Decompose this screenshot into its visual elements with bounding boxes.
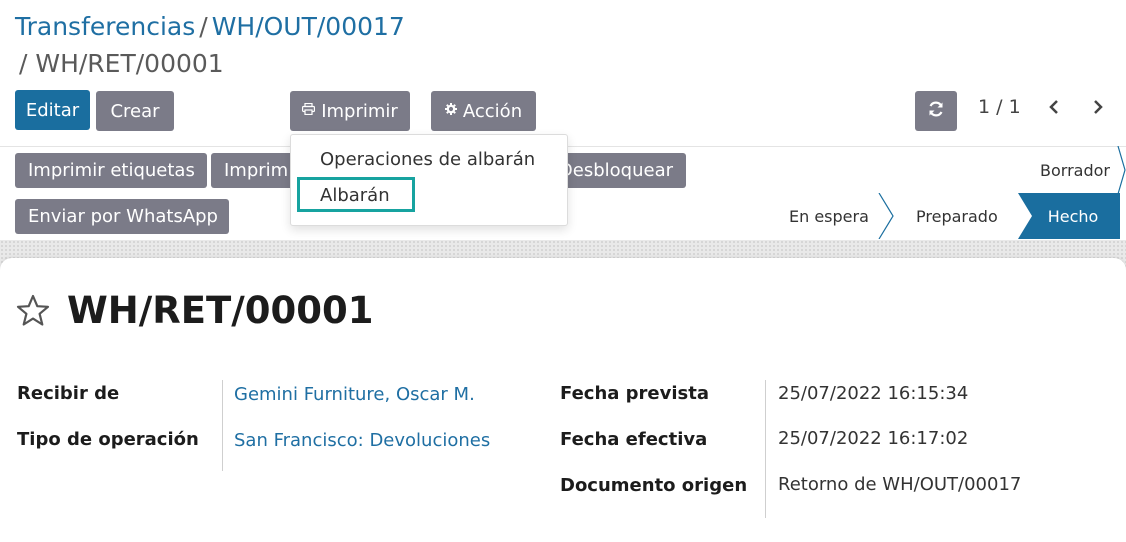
edit-button[interactable]: Editar: [15, 90, 90, 130]
refresh-icon: [927, 100, 945, 123]
field-label-scheduled-date: Fecha prevista: [560, 383, 710, 404]
breadcrumb-separator: /: [199, 12, 208, 41]
stage-separator-2: [878, 193, 894, 239]
print-button[interactable]: Imprimir: [290, 91, 410, 131]
send-whatsapp-label: Enviar por WhatsApp: [28, 206, 218, 227]
field-label-partner: Recibir de: [17, 383, 120, 404]
stage-separator-1: [1117, 146, 1126, 194]
print-button-label: Imprimir: [321, 100, 398, 122]
edit-button-label: Editar: [25, 99, 80, 121]
chevron-right-icon: [1092, 99, 1104, 119]
send-whatsapp-button[interactable]: Enviar por WhatsApp: [15, 199, 229, 234]
stage-waiting-label: En espera: [789, 206, 869, 226]
star-icon[interactable]: [16, 294, 50, 328]
stage-draft-label: Borrador: [1040, 160, 1110, 180]
field-value-scheduled-date: 25/07/2022 16:15:34: [778, 383, 969, 404]
action-button[interactable]: Acción: [431, 91, 536, 131]
left-group-divider: [222, 380, 223, 471]
create-button[interactable]: Crear: [96, 91, 174, 131]
print-labels-button[interactable]: Imprimir etiquetas: [15, 153, 207, 188]
record-title: WH/RET/00001: [67, 289, 374, 332]
stage-done-label: Hecho: [1047, 206, 1099, 226]
print-labels-label: Imprimir etiquetas: [28, 160, 195, 181]
unlock-button[interactable]: Desbloquear: [548, 153, 686, 188]
pager-previous-button[interactable]: [1039, 92, 1069, 126]
field-value-operation-type[interactable]: San Francisco: Devoluciones: [234, 430, 490, 451]
dropdown-item-delivery-slip[interactable]: Albarán: [320, 185, 390, 206]
create-button-label: Crear: [110, 100, 160, 122]
dropdown-item-delivery-operations[interactable]: Operaciones de albarán: [320, 149, 535, 170]
breadcrumb: Transferencias / WH/OUT/00017: [15, 8, 405, 46]
stage-waiting[interactable]: En espera: [789, 193, 869, 239]
field-label-effective-date: Fecha efectiva: [560, 429, 708, 450]
field-value-partner[interactable]: Gemini Furniture, Oscar M.: [234, 384, 475, 405]
breadcrumb-transferencias[interactable]: Transferencias: [15, 12, 195, 41]
breadcrumb-wh-out-00017[interactable]: WH/OUT/00017: [212, 12, 405, 41]
print-button-2[interactable]: Imprim: [211, 153, 301, 188]
chevron-left-icon: [1048, 99, 1060, 119]
gear-icon: [444, 103, 457, 119]
reload-button[interactable]: [915, 91, 957, 131]
pager-value[interactable]: 1 / 1: [978, 96, 1021, 118]
pager-next-button[interactable]: [1083, 92, 1113, 126]
unlock-button-label: Desbloquear: [558, 160, 673, 181]
field-value-source-document: Retorno de WH/OUT/00017: [778, 474, 1022, 495]
field-label-source-document: Documento origen: [560, 475, 748, 496]
action-button-label: Acción: [462, 100, 523, 122]
right-group-divider: [765, 380, 766, 518]
print-icon: [302, 102, 316, 119]
stage-ready-label: Preparado: [916, 206, 998, 226]
stage-done[interactable]: Hecho: [1032, 193, 1114, 239]
field-value-effective-date: 25/07/2022 16:17:02: [778, 428, 969, 449]
print-dropdown-menu: Operaciones de albarán Albarán: [290, 134, 568, 226]
print-button-2-label: Imprim: [224, 160, 289, 181]
stage-draft[interactable]: Borrador: [1040, 148, 1110, 192]
stage-ready[interactable]: Preparado: [916, 193, 998, 239]
field-label-operation-type: Tipo de operación: [17, 429, 199, 450]
breadcrumb-current: / WH/RET/00001: [19, 49, 224, 78]
